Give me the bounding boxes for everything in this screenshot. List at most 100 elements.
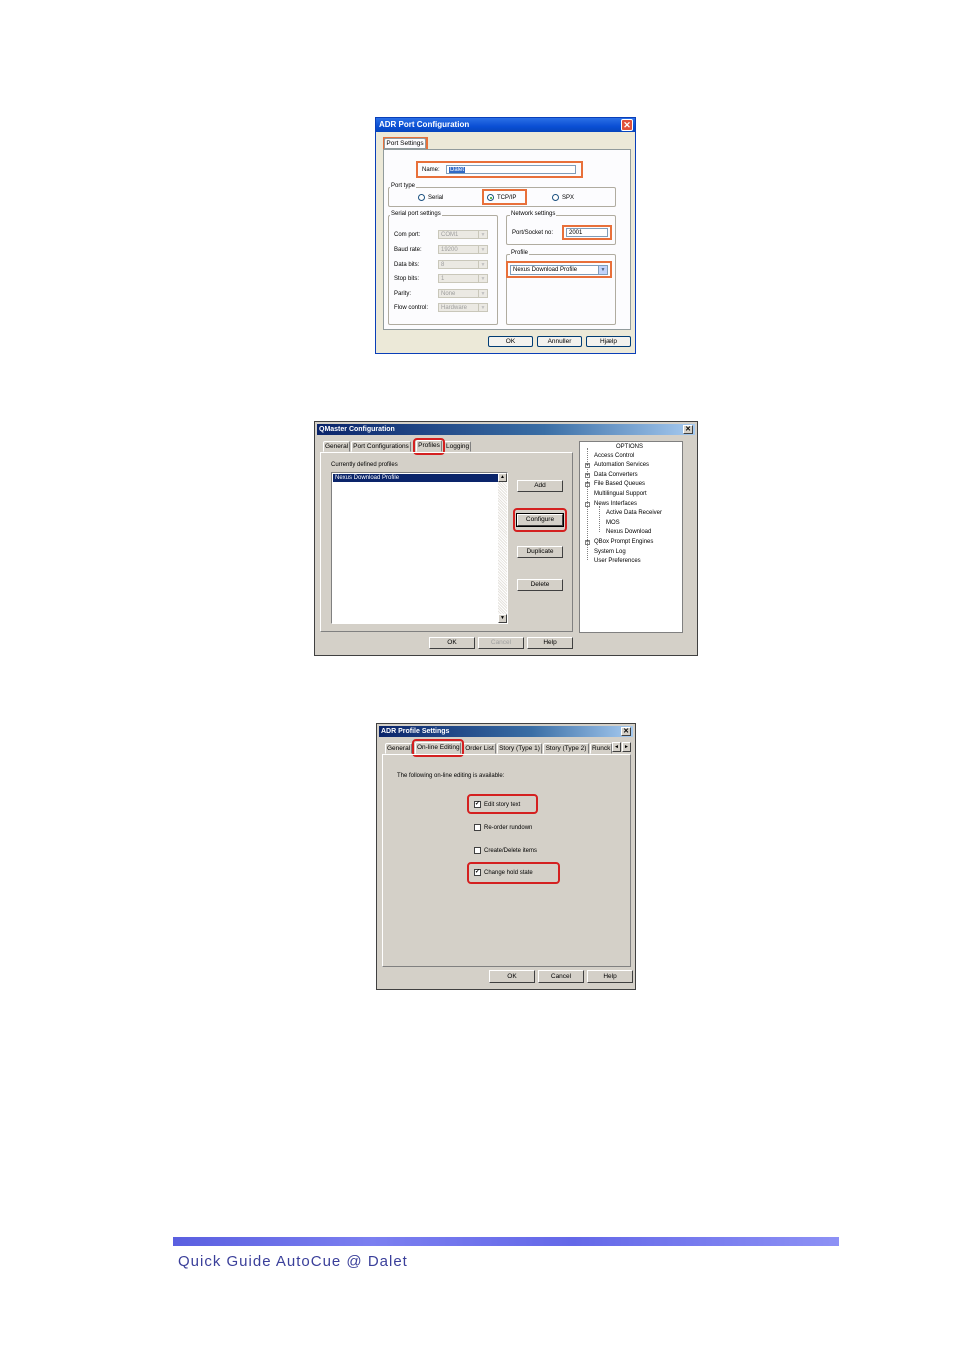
qmaster-configuration-dialog: QMaster Configuration ✕ General Port Con… xyxy=(314,421,698,656)
data-bits-label: Data bits: xyxy=(394,262,420,268)
help-button[interactable]: Help xyxy=(527,637,573,649)
radio-spx-label: SPX xyxy=(562,195,575,201)
tab-online-editing[interactable]: On-line Editing xyxy=(415,742,461,754)
footer-title: Quick Guide AutoCue @ Dalet xyxy=(178,1253,408,1270)
data-bits-select[interactable]: 8 ▼ xyxy=(438,260,488,269)
profile-highlight xyxy=(506,261,612,278)
baud-rate-label: Baud rate: xyxy=(394,247,422,253)
tree-item-multilingual-support[interactable]: Multilingual Support xyxy=(594,490,647,498)
cancel-button[interactable]: Annuller xyxy=(537,336,582,347)
name-highlight xyxy=(416,161,583,178)
adr-port-configuration-dialog: ADR Port Configuration ✕ Port Settings N… xyxy=(375,117,636,354)
tab-story-type1[interactable]: Story (Type 1) xyxy=(497,743,542,754)
radio-serial[interactable] xyxy=(418,194,425,201)
chevron-down-icon: ▼ xyxy=(478,246,487,253)
tree-item-automation-services[interactable]: Automation Services xyxy=(594,461,649,469)
profiles-listbox[interactable]: Nexus Download Profile ▲ ▼ xyxy=(331,472,508,624)
tree-item-access-control[interactable]: Access Control xyxy=(594,452,634,460)
port-socket-highlight xyxy=(562,225,612,240)
arrow-left-icon: ◄ xyxy=(614,744,619,750)
dialog-title: ADR Profile Settings xyxy=(381,728,450,735)
close-button[interactable]: ✕ xyxy=(621,119,633,131)
help-button[interactable]: Help xyxy=(587,970,633,983)
tree-line xyxy=(587,448,588,560)
radio-serial-label: Serial xyxy=(428,195,444,201)
scroll-up-button[interactable]: ▲ xyxy=(498,473,507,482)
tree-item-data-converters[interactable]: Data Converters xyxy=(594,471,638,479)
chevron-down-icon: ▼ xyxy=(478,275,487,282)
tree-item-file-based-queues[interactable]: File Based Queues xyxy=(594,480,645,488)
tab-story-type2[interactable]: Story (Type 2) xyxy=(543,743,589,754)
scrollbar[interactable]: ▲ ▼ xyxy=(498,473,507,623)
create-delete-items-checkbox[interactable] xyxy=(474,847,481,854)
tab-port-configurations[interactable]: Port Configurations xyxy=(351,441,411,452)
tab-general[interactable]: General xyxy=(385,743,412,754)
tree-item-options[interactable]: OPTIONS xyxy=(616,443,643,451)
title-bar[interactable]: ADR Port Configuration ✕ xyxy=(376,118,635,132)
com-port-label: Com port: xyxy=(394,232,421,238)
close-button[interactable]: ✕ xyxy=(621,727,631,736)
arrow-right-icon: ► xyxy=(624,744,629,750)
scroll-down-button[interactable]: ▼ xyxy=(498,614,507,623)
title-bar[interactable]: ADR Profile Settings ✕ xyxy=(379,726,633,737)
tab-profiles[interactable]: Profiles xyxy=(416,440,442,452)
flow-control-select[interactable]: Hardware ▼ xyxy=(438,303,488,312)
profiles-panel: Currently defined profiles Nexus Downloa… xyxy=(320,452,573,632)
tab-port-settings[interactable]: Port Settings xyxy=(384,138,426,149)
reorder-rundown-checkbox[interactable] xyxy=(474,824,481,831)
chevron-down-icon: ▼ xyxy=(478,290,487,297)
radio-spx[interactable] xyxy=(552,194,559,201)
configure-highlight xyxy=(513,508,567,532)
flow-control-label: Flow control: xyxy=(394,305,429,311)
tcpip-highlight xyxy=(482,189,527,205)
ok-button[interactable]: OK xyxy=(429,637,475,649)
close-icon: ✕ xyxy=(623,728,629,735)
list-item[interactable]: Nexus Download Profile xyxy=(333,474,498,482)
parity-label: Parity: xyxy=(394,291,412,297)
chevron-down-icon: ▼ xyxy=(478,304,487,311)
tab-scroll-right-button[interactable]: ► xyxy=(622,742,631,752)
ok-button[interactable]: OK xyxy=(489,970,535,983)
port-socket-label: Port/Socket no: xyxy=(512,230,554,236)
network-settings-label: Network settings xyxy=(510,211,557,218)
port-settings-panel: Name: Dalet Port type Serial TCP/IP SPX … xyxy=(383,149,631,330)
dialog-title: ADR Port Configuration xyxy=(379,120,470,129)
delete-button[interactable]: Delete xyxy=(517,579,563,591)
add-button[interactable]: Add xyxy=(517,480,563,492)
com-port-select[interactable]: COM1 ▼ xyxy=(438,230,488,239)
tree-item-news-interfaces[interactable]: News Interfaces xyxy=(594,500,637,508)
cancel-button[interactable]: Cancel xyxy=(538,970,584,983)
tab-scroll-left-button[interactable]: ◄ xyxy=(612,742,621,752)
arrow-up-icon: ▲ xyxy=(500,474,505,480)
tree-item-system-log[interactable]: System Log xyxy=(594,548,626,556)
tab-rundown[interactable]: Runck xyxy=(590,743,612,754)
intro-text: The following on-line editing is availab… xyxy=(397,773,505,779)
ok-button[interactable]: OK xyxy=(488,336,533,347)
stop-bits-select[interactable]: 1 ▼ xyxy=(438,274,488,283)
close-icon: ✕ xyxy=(623,120,631,130)
options-tree[interactable]: OPTIONS Access Control + Automation Serv… xyxy=(579,441,683,633)
tree-item-mos[interactable]: MOS xyxy=(606,519,620,527)
baud-rate-select[interactable]: 19200 ▼ xyxy=(438,245,488,254)
tree-item-qbox-prompt-engines[interactable]: QBox Prompt Engines xyxy=(594,538,653,546)
dialog-title: QMaster Configuration xyxy=(319,426,395,433)
duplicate-button[interactable]: Duplicate xyxy=(517,546,563,558)
tab-order-list[interactable]: Order List xyxy=(463,743,496,754)
tree-item-nexus-download[interactable]: Nexus Download xyxy=(606,528,651,536)
chevron-down-icon: ▼ xyxy=(478,231,487,238)
edit-story-text-highlight xyxy=(467,794,538,814)
adr-profile-settings-dialog: ADR Profile Settings ✕ General On-line E… xyxy=(376,723,636,990)
tree-item-user-preferences[interactable]: User Preferences xyxy=(594,557,641,565)
title-bar[interactable]: QMaster Configuration ✕ xyxy=(317,424,695,435)
tree-line xyxy=(599,506,600,532)
tree-item-active-data-receiver[interactable]: Active Data Receiver xyxy=(606,509,662,517)
arrow-down-icon: ▼ xyxy=(500,615,505,621)
parity-select[interactable]: None ▼ xyxy=(438,289,488,298)
tab-logging[interactable]: Logging xyxy=(444,441,471,452)
help-button[interactable]: Hjælp xyxy=(586,336,631,347)
port-type-label: Port type xyxy=(390,183,417,190)
close-button[interactable]: ✕ xyxy=(683,425,693,434)
tab-general[interactable]: General xyxy=(323,441,350,452)
cancel-button[interactable]: Cancel xyxy=(478,637,524,649)
footer-decorative-bar xyxy=(173,1237,839,1246)
